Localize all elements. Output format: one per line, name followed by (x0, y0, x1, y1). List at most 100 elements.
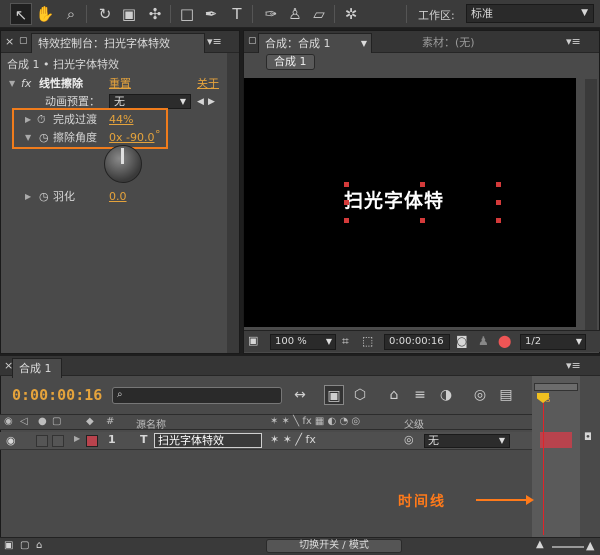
panel-menu-icon[interactable]: ▾≡ (207, 35, 222, 48)
layer-switches[interactable]: ✶ ✶ ╱ fx (270, 433, 316, 446)
eye-icon: ◉ (4, 416, 13, 427)
toggle-switches-modes-button[interactable]: 切换开关 / 模式 (266, 539, 402, 553)
clone-stamp-tool-icon[interactable]: ♙ (284, 3, 306, 25)
workspace-select[interactable]: 标准 ▼ (466, 4, 594, 23)
about-link[interactable]: 关于 (197, 75, 219, 93)
collapse-triangle-icon[interactable]: ▼ (9, 75, 15, 93)
solo-toggle[interactable] (52, 435, 64, 447)
audio-toggle[interactable] (36, 435, 48, 447)
current-time-value: 0:00:00:16 (389, 336, 444, 347)
current-time-field[interactable]: 0:00:00:16 (384, 334, 450, 350)
zoom-tool-icon[interactable]: ⌕ (60, 3, 82, 25)
composition-mini-flowchart-icon[interactable]: ↔ (290, 385, 310, 405)
next-preset-icon[interactable]: ▶ (208, 93, 215, 111)
column-source-name[interactable]: 源名称 (136, 416, 166, 431)
transform-handle[interactable] (496, 182, 501, 187)
comp-navigator-button[interactable]: 合成 1 (266, 54, 315, 70)
layer-label-color[interactable] (86, 435, 98, 447)
transform-handle[interactable] (344, 218, 349, 223)
draft-3d-icon[interactable]: ⬡ (350, 385, 370, 405)
chevron-down-icon: ▼ (179, 97, 186, 106)
rotate-tool-icon[interactable]: ↻ (94, 3, 116, 25)
toolbar-divider (406, 5, 407, 23)
lock-icon[interactable]: ▢ (248, 36, 257, 46)
pen-tool-icon[interactable]: ✒ (200, 3, 222, 25)
timeline-current-time[interactable]: 0:00:00:16 (12, 386, 102, 404)
brush-tool-icon[interactable]: ✑ (260, 3, 282, 25)
effect-controls-panel: × ▢ 特效控制台：扫光字体特效 ▾≡ 合成 1 • 扫光字体特效 ▼ fx 线… (0, 30, 240, 354)
pan-behind-tool-icon[interactable]: ✣ (144, 3, 166, 25)
tab-timeline-comp-label: 合成 1 (19, 362, 52, 375)
feather-value[interactable]: 0.0 (109, 188, 127, 206)
toolbar-divider (170, 5, 171, 23)
layer-visibility-icon[interactable]: ◉ (6, 434, 16, 447)
resolution-select[interactable]: 1/2 ▼ (520, 334, 586, 350)
panel-menu-icon[interactable]: ▾≡ (566, 359, 581, 372)
effect-controls-scrollbar[interactable] (227, 53, 239, 353)
channel-icon[interactable]: ⬤ (498, 334, 511, 348)
layer-name-field[interactable]: 扫光字体特效 (154, 433, 262, 448)
stopwatch-icon[interactable]: ◷ (39, 188, 49, 206)
parent-select[interactable]: 无 ▼ (424, 434, 510, 448)
zoom-in-icon[interactable]: ▲ (586, 539, 594, 552)
rectangle-tool-icon[interactable]: □ (176, 3, 198, 25)
snapshot-icon[interactable]: ◙ (456, 334, 468, 348)
layer-duration-bar[interactable] (540, 432, 572, 448)
hand-tool-icon[interactable]: ✋ (34, 3, 56, 25)
brainstorm-icon[interactable]: ◎ (470, 385, 490, 405)
in-out-toggle-icon[interactable]: ⌂ (36, 540, 42, 551)
grid-icon[interactable]: ⌗ (342, 334, 349, 349)
annotation-arrow (476, 499, 528, 501)
mask-visibility-icon[interactable]: ⬚ (362, 334, 373, 348)
current-time-indicator[interactable] (543, 394, 544, 535)
transform-handle[interactable] (420, 182, 425, 187)
zoom-value: 100 % (275, 336, 307, 347)
show-snapshot-icon[interactable]: ♟ (478, 334, 489, 348)
zoom-slider[interactable] (552, 546, 584, 548)
lock-icon[interactable]: ▢ (19, 36, 28, 46)
graph-editor-icon[interactable]: ▤ (496, 385, 516, 405)
hide-shy-layers-icon[interactable]: ⌂ (384, 385, 404, 405)
selection-tool-icon[interactable]: ↖ (10, 3, 32, 25)
text-tool-icon[interactable]: T (226, 3, 248, 25)
composition-scrollbar[interactable] (585, 79, 597, 331)
transform-handle[interactable] (344, 200, 349, 205)
expand-triangle-icon[interactable]: ▶ (74, 434, 80, 443)
workspace-value: 标准 (471, 7, 493, 20)
frame-blending-icon[interactable]: ≡ (410, 385, 430, 405)
always-preview-icon[interactable]: ▣ (248, 334, 258, 347)
transform-handle[interactable] (344, 182, 349, 187)
zoom-select[interactable]: 100 % ▼ (270, 334, 336, 350)
fx-icon[interactable]: fx (21, 75, 31, 93)
composition-canvas[interactable]: 扫光字体特 (244, 78, 576, 327)
pickwhip-icon[interactable]: ◎ (404, 433, 414, 446)
transform-handle[interactable] (420, 218, 425, 223)
camera-tool-icon[interactable]: ▣ (118, 3, 140, 25)
canvas-text-layer[interactable]: 扫光字体特 (344, 186, 464, 213)
expand-triangle-icon[interactable]: ▶ (25, 188, 31, 206)
prev-preset-icon[interactable]: ◀ (197, 93, 204, 111)
tab-effect-controls[interactable]: 特效控制台：扫光字体特效 (31, 33, 205, 53)
puppet-tool-icon[interactable]: ✲ (340, 3, 362, 25)
layer-search-input[interactable]: ⌕ (112, 387, 282, 404)
transform-handle[interactable] (496, 218, 501, 223)
tab-footage[interactable]: 素材：(无) (416, 33, 481, 53)
comp-button-icon[interactable]: ◘ (584, 432, 592, 443)
transform-handle[interactable] (496, 200, 501, 205)
motion-blur-icon[interactable]: ◑ (436, 385, 456, 405)
tab-effect-controls-label: 特效控制台：扫光字体特效 (38, 37, 170, 50)
live-update-icon[interactable]: ▣ (324, 385, 344, 405)
reset-link[interactable]: 重置 (109, 75, 131, 93)
breadcrumb: 合成 1 • 扫光字体特效 (7, 58, 119, 71)
layer-switches-toggle-icon[interactable]: ▣ (4, 540, 13, 551)
work-area-bar[interactable] (534, 383, 578, 391)
panel-menu-icon[interactable]: ▾≡ (566, 35, 581, 48)
zoom-out-icon[interactable]: ▲ (536, 539, 544, 550)
tab-timeline-comp[interactable]: 合成 1 (12, 358, 62, 378)
eraser-tool-icon[interactable]: ▱ (308, 3, 330, 25)
transfer-controls-toggle-icon[interactable]: ▢ (20, 540, 29, 551)
close-icon[interactable]: × (5, 35, 14, 48)
annotation-arrow-head (526, 495, 534, 505)
tab-composition[interactable]: 合成：合成 1 ▼ (258, 33, 372, 53)
preset-select[interactable]: 无 ▼ (109, 94, 191, 109)
